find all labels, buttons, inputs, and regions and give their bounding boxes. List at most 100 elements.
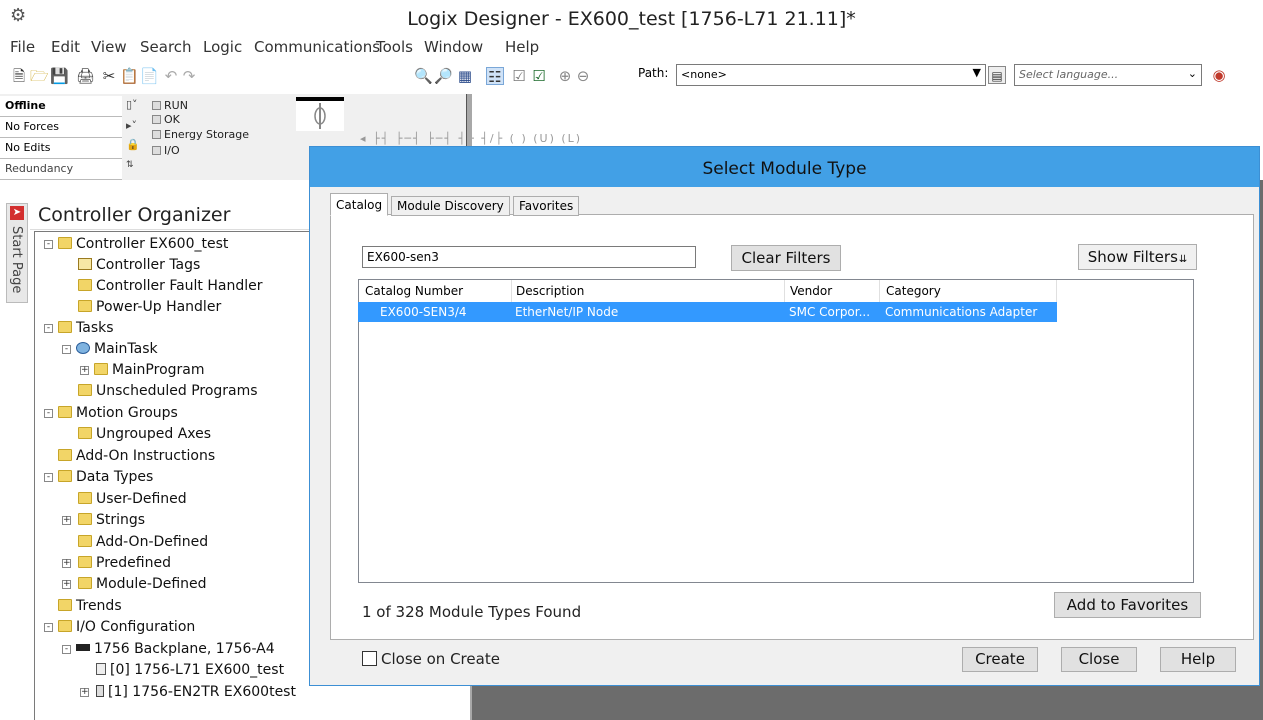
verify-icon[interactable]: ☑ (510, 67, 528, 85)
tree-item-motion-groups[interactable]: Motion Groups (58, 403, 178, 423)
tree-item-label: Data Types (76, 469, 154, 485)
create-button[interactable]: Create (962, 647, 1038, 672)
collapse-icon[interactable]: - (44, 473, 53, 482)
tree-item-io-configuration[interactable]: I/O Configuration (58, 617, 195, 637)
tree-item-controller[interactable]: Controller EX600_test (58, 234, 228, 254)
menu-tools[interactable]: Tools (376, 38, 413, 56)
menu-communications[interactable]: Communications (254, 38, 380, 56)
undo-icon[interactable]: ↶ (162, 67, 180, 85)
column-category[interactable]: Category (886, 284, 941, 298)
zoom-out-icon[interactable]: ⊖ (574, 67, 592, 85)
verify-controller-icon[interactable]: ☑ (530, 67, 548, 85)
save-icon[interactable]: 💾 (50, 67, 69, 85)
language-select[interactable]: Select language... ⌄ (1014, 64, 1202, 86)
forces-dropdown-icon[interactable]: ▸˅ (126, 119, 137, 132)
collapse-icon[interactable]: - (62, 345, 71, 354)
menu-file[interactable]: File (10, 38, 35, 56)
tree-item-add-on-instructions[interactable]: Add-On Instructions (58, 446, 215, 466)
expand-icon[interactable]: + (80, 366, 89, 375)
show-filters-button[interactable]: Show Filters⇊ (1078, 244, 1197, 270)
tree-item-tasks[interactable]: Tasks (58, 318, 114, 338)
tree-item-main-program[interactable]: MainProgram (94, 360, 205, 380)
menu-bar: File Edit View Search Logic Communicatio… (0, 34, 1263, 58)
tree-item-predefined[interactable]: Predefined (78, 553, 171, 573)
tree-item-add-on-defined[interactable]: Add-On-Defined (78, 532, 208, 552)
checkbox-box[interactable] (362, 651, 377, 666)
cross-reference-icon[interactable]: ▦ (456, 67, 474, 85)
menu-view[interactable]: View (91, 38, 127, 56)
tree-item-main-task[interactable]: MainTask (76, 339, 158, 359)
module-search-input[interactable]: EX600-sen3 (362, 246, 696, 268)
language-globe-icon[interactable]: ◉ (1210, 66, 1228, 84)
mode-dropdown-icon[interactable]: ▯˅ (126, 98, 138, 111)
menu-help[interactable]: Help (505, 38, 539, 56)
collapse-icon[interactable]: - (44, 240, 53, 249)
tab-catalog[interactable]: Catalog (330, 193, 389, 216)
find-next-icon[interactable]: 🔎 (434, 67, 453, 85)
find-icon[interactable]: 🔍 (414, 67, 433, 85)
tree-item-strings[interactable]: Strings (78, 510, 145, 530)
tab-favorites[interactable]: Favorites (513, 196, 580, 216)
tree-item-fault-handler[interactable]: Controller Fault Handler (78, 276, 263, 296)
tree-item-label: Strings (96, 512, 146, 528)
close-on-create-checkbox[interactable]: Close on Create (362, 650, 500, 668)
expand-icon[interactable]: + (62, 516, 71, 525)
tab-favorites-label: Favorites (519, 199, 574, 213)
status-mode: Offline (0, 96, 122, 117)
ok-indicator: OK (152, 113, 180, 126)
menu-logic[interactable]: Logic (203, 38, 242, 56)
data-type-icon (78, 577, 92, 589)
tree-item-data-types[interactable]: Data Types (58, 467, 153, 487)
column-catalog-number[interactable]: Catalog Number (365, 284, 463, 298)
lock-icon[interactable]: 🔒 (126, 138, 140, 151)
collapse-icon[interactable]: - (44, 324, 53, 333)
cell-category: Communications Adapter (885, 305, 1038, 319)
collapse-icon[interactable]: - (44, 409, 53, 418)
language-placeholder: Select language... (1019, 68, 1119, 81)
dropdown-arrow-icon[interactable]: ▼ (973, 66, 981, 79)
clear-filters-button[interactable]: Clear Filters (731, 245, 841, 271)
zoom-in-icon[interactable]: ⊕ (556, 67, 574, 85)
dialog-title-bar[interactable]: Select Module Type (310, 147, 1259, 187)
paste-icon[interactable]: 📄 (140, 67, 159, 85)
open-folder-icon[interactable]: 🗁 (30, 67, 49, 85)
print-icon[interactable]: 🖨 (76, 67, 95, 85)
new-file-icon[interactable]: 🗎 (10, 67, 28, 85)
help-button[interactable]: Help (1160, 647, 1236, 672)
redo-icon[interactable]: ↷ (180, 67, 198, 85)
tree-item-backplane[interactable]: 1756 Backplane, 1756-A4 (76, 639, 275, 659)
tree-item-slot-0[interactable]: [0] 1756-L71 EX600_test (96, 660, 284, 680)
expand-icon[interactable]: + (80, 688, 89, 697)
copy-icon[interactable]: 📋 (120, 67, 139, 85)
tree-item-ungrouped-axes[interactable]: Ungrouped Axes (78, 424, 211, 444)
cut-icon[interactable]: ✂ (100, 67, 118, 85)
tree-item-unscheduled-programs[interactable]: Unscheduled Programs (78, 381, 258, 401)
tree-item-module-defined[interactable]: Module-Defined (78, 574, 207, 594)
tree-item-trends[interactable]: Trends (58, 596, 122, 616)
create-label: Create (975, 650, 1025, 668)
column-vendor[interactable]: Vendor (790, 284, 832, 298)
expand-icon[interactable]: + (62, 580, 71, 589)
collapse-icon[interactable]: - (44, 623, 53, 632)
tree-item-slot-1[interactable]: [1] 1756-EN2TR EX600test (96, 682, 296, 702)
tree-item-controller-tags[interactable]: Controller Tags (78, 255, 200, 275)
organizer-toggle-icon[interactable]: ☷ (486, 67, 504, 86)
add-to-favorites-button[interactable]: Add to Favorites (1054, 592, 1201, 618)
chevron-down-icon[interactable]: ⌄ (1188, 67, 1197, 80)
menu-window[interactable]: Window (424, 38, 483, 56)
network-browse-icon[interactable]: ▤ (988, 66, 1006, 84)
expand-icon[interactable]: + (62, 559, 71, 568)
table-row-selected[interactable]: EX600-SEN3/4 EtherNet/IP Node SMC Corpor… (358, 302, 1057, 322)
tab-module-discovery[interactable]: Module Discovery (391, 196, 510, 216)
status-edits: No Edits (0, 138, 122, 159)
tree-item-power-up-handler[interactable]: Power-Up Handler (78, 297, 221, 317)
start-page-tab[interactable]: ➤ Start Page (6, 203, 28, 303)
tree-item-user-defined[interactable]: User-Defined (78, 489, 187, 509)
menu-search[interactable]: Search (140, 38, 192, 56)
module-results-list[interactable]: Catalog Number Description Vendor Catego… (358, 279, 1194, 583)
column-description[interactable]: Description (516, 284, 584, 298)
close-button[interactable]: Close (1061, 647, 1137, 672)
collapse-icon[interactable]: - (62, 645, 71, 654)
menu-edit[interactable]: Edit (51, 38, 80, 56)
path-select[interactable]: <none> ▼ (676, 64, 986, 86)
